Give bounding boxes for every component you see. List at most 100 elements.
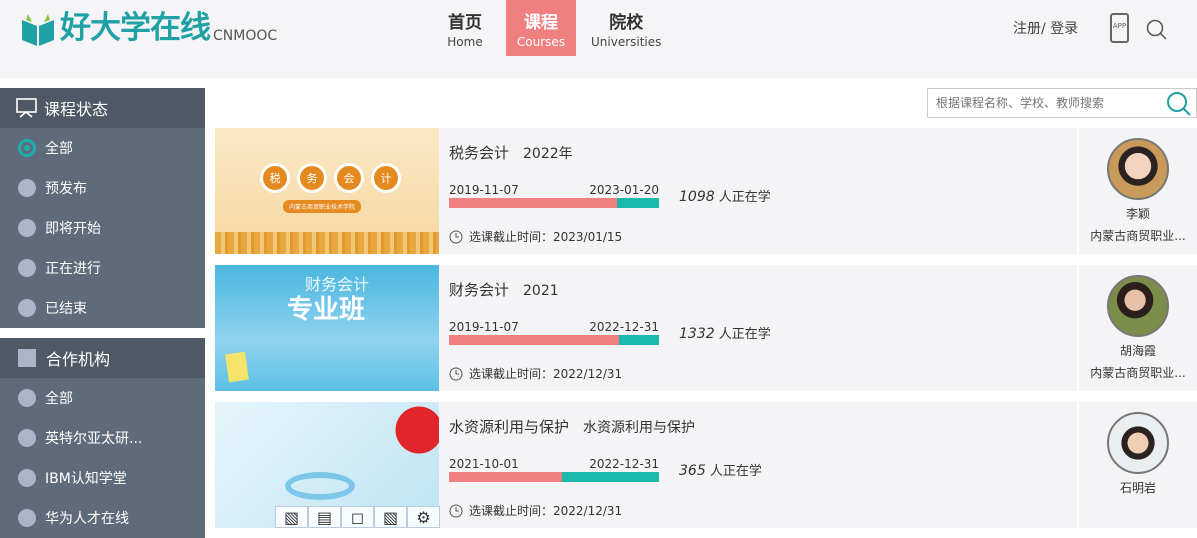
teacher-panel[interactable]: 石明岩 bbox=[1077, 402, 1197, 528]
course-subtitle: 2022年 bbox=[523, 146, 573, 162]
course-title[interactable]: 水资源利用与保护 水资源利用与保护 bbox=[449, 416, 695, 437]
search-icon[interactable] bbox=[1166, 91, 1192, 121]
item-label: 全部 bbox=[45, 391, 73, 407]
progress-fill bbox=[449, 335, 620, 345]
thumbnail-toolbar: ▧ ▤ ◻ ▧ ⚙ bbox=[275, 506, 440, 528]
end-date: 2022-12-31 bbox=[589, 320, 659, 334]
teacher-panel[interactable]: 胡海霞 内蒙古商贸职业... bbox=[1077, 265, 1197, 391]
nav-home[interactable]: 首页 Home bbox=[430, 0, 500, 56]
enroll-deadline: 选课截止时间：2023/01/15 bbox=[449, 228, 622, 245]
settings-icon[interactable]: ⚙ bbox=[407, 506, 440, 528]
app-label: APP bbox=[1112, 22, 1127, 30]
status-item-all[interactable]: 全部 bbox=[0, 128, 205, 168]
course-title[interactable]: 财务会计 2021 bbox=[449, 279, 559, 300]
count-label: 人正在学 bbox=[718, 327, 771, 342]
teacher-name: 石明岩 bbox=[1119, 481, 1156, 495]
clock-icon bbox=[449, 504, 463, 517]
item-label: 全部 bbox=[45, 141, 73, 157]
end-date: 2022-12-31 bbox=[589, 457, 659, 471]
radio-icon bbox=[18, 509, 36, 527]
status-item-upcoming[interactable]: 即将开始 bbox=[0, 208, 205, 248]
learner-count: 1332 人正在学 bbox=[679, 323, 771, 342]
crop-icon[interactable]: ◻ bbox=[341, 506, 374, 528]
org-item[interactable]: 华为人才在线 bbox=[0, 498, 205, 538]
item-label: 预发布 bbox=[45, 181, 87, 197]
nav-label: 首页 bbox=[448, 12, 482, 33]
nav-sublabel: Universities bbox=[591, 34, 662, 49]
radio-icon bbox=[18, 179, 36, 197]
teacher-panel[interactable]: 李颖 内蒙古商贸职业... bbox=[1077, 128, 1197, 254]
status-header: 课程状态 bbox=[0, 88, 205, 128]
enroll-deadline: 选课截止时间：2022/12/31 bbox=[449, 365, 622, 382]
progress-bar bbox=[449, 472, 659, 482]
item-label: 华为人才在线 bbox=[45, 511, 129, 527]
status-item-ongoing[interactable]: 正在进行 bbox=[0, 248, 205, 288]
course-thumbnail[interactable]: ▧ ▤ ◻ ▧ ⚙ bbox=[215, 402, 440, 528]
nav-courses[interactable]: 课程 Courses bbox=[506, 0, 576, 56]
status-item-ended[interactable]: 已结束 bbox=[0, 288, 205, 328]
count-number: 365 bbox=[679, 463, 706, 479]
clock-icon bbox=[449, 230, 463, 243]
monitor-icon bbox=[16, 98, 37, 118]
start-date: 2019-11-07 bbox=[449, 183, 519, 197]
title-text: 税务会计 bbox=[449, 144, 510, 162]
course-title[interactable]: 税务会计 2022年 bbox=[449, 142, 573, 163]
item-label: 英特尔亚太研... bbox=[45, 431, 143, 447]
avatar bbox=[1107, 412, 1169, 474]
start-date: 2021-10-01 bbox=[449, 457, 519, 471]
course-card[interactable]: ▧ ▤ ◻ ▧ ⚙ 水资源利用与保护 水资源利用与保护 2021-10-01 2022-12… bbox=[215, 402, 1197, 528]
teacher-name: 李颖 bbox=[1125, 207, 1150, 221]
end-date: 2023-01-20 bbox=[589, 183, 659, 197]
org-title: 合作机构 bbox=[46, 350, 111, 369]
clock-icon bbox=[449, 367, 463, 380]
teacher-name: 胡海霞 bbox=[1119, 344, 1156, 358]
teacher-school: 内蒙古商贸职业... bbox=[1090, 366, 1186, 380]
logo[interactable]: 好大学在线 CNMOOC bbox=[20, 10, 277, 46]
count-number: 1098 bbox=[679, 189, 715, 205]
thumb-char: 会 bbox=[334, 163, 364, 193]
course-card[interactable]: 财务会计 专业班 财务会计 2021 2019-11-07 2022-12-31 1… bbox=[215, 265, 1197, 391]
main-nav: 首页 Home 课程 Courses 院校 Universities bbox=[430, 0, 676, 56]
item-label: 正在进行 bbox=[45, 261, 101, 277]
title-text: 水资源利用与保护 bbox=[449, 418, 570, 436]
item-label: 即将开始 bbox=[45, 221, 101, 237]
search-icon[interactable] bbox=[1146, 19, 1168, 45]
title-text: 财务会计 bbox=[449, 281, 510, 299]
thumb-char: 务 bbox=[297, 163, 327, 193]
nav-label: 院校 bbox=[609, 12, 644, 33]
course-dates: 2019-11-07 2023-01-20 bbox=[449, 183, 659, 197]
progress-fill bbox=[449, 198, 617, 208]
org-item[interactable]: IBM认知学堂 bbox=[0, 458, 205, 498]
org-item[interactable]: 英特尔亚太研... bbox=[0, 418, 205, 458]
status-title: 课程状态 bbox=[44, 100, 109, 119]
sidebar-org: 合作机构 全部 英特尔亚太研... IBM认知学堂 华为人才在线 bbox=[0, 338, 205, 538]
login-link[interactable]: 注册/ 登录 bbox=[1013, 18, 1078, 38]
course-search bbox=[927, 88, 1197, 118]
image-icon[interactable]: ▧ bbox=[275, 506, 308, 528]
course-subtitle: 水资源利用与保护 bbox=[583, 420, 696, 436]
nav-label: 课程 bbox=[524, 12, 558, 33]
course-thumbnail[interactable]: 税 务 会 计 内蒙古商贸职业技术学院 bbox=[215, 128, 439, 254]
course-dates: 2019-11-07 2022-12-31 bbox=[449, 320, 659, 334]
image-edit-icon[interactable]: ▧ bbox=[374, 506, 407, 528]
skyline-image bbox=[215, 232, 439, 254]
radio-icon bbox=[18, 389, 36, 407]
sidebar-status: 课程状态 全部 预发布 即将开始 正在进行 已结束 bbox=[0, 88, 205, 328]
search-input[interactable] bbox=[928, 89, 1163, 117]
course-subtitle: 2021 bbox=[523, 283, 559, 299]
status-item-prerelease[interactable]: 预发布 bbox=[0, 168, 205, 208]
radio-icon bbox=[18, 299, 36, 317]
teacher-school: 内蒙古商贸职业... bbox=[1090, 229, 1186, 243]
app-phone-icon[interactable]: APP bbox=[1110, 13, 1129, 43]
save-icon[interactable]: ▤ bbox=[308, 506, 341, 528]
thumb-subtitle: 内蒙古商贸职业技术学院 bbox=[283, 200, 362, 213]
org-item[interactable]: 全部 bbox=[0, 378, 205, 418]
course-card[interactable]: 税 务 会 计 内蒙古商贸职业技术学院 税务会计 2022年 2019-11-07… bbox=[215, 128, 1197, 254]
deadline-text: 选课截止时间：2022/12/31 bbox=[469, 504, 623, 518]
nav-universities[interactable]: 院校 Universities bbox=[582, 0, 670, 56]
thumb-char: 计 bbox=[371, 163, 401, 193]
learner-count: 1098 人正在学 bbox=[679, 186, 771, 205]
course-thumbnail[interactable]: 财务会计 专业班 bbox=[215, 265, 439, 391]
avatar bbox=[1107, 138, 1169, 200]
org-header: 合作机构 bbox=[0, 338, 205, 378]
